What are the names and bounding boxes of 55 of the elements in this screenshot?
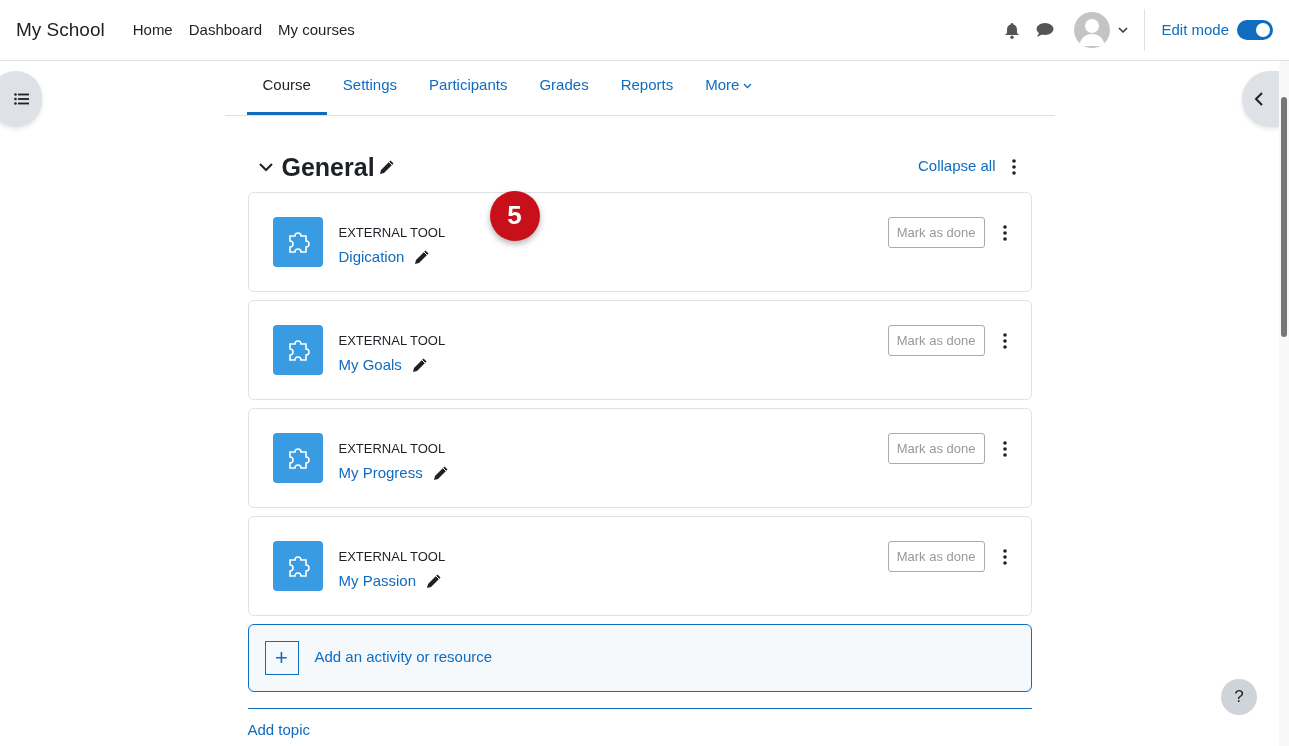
course-tab[interactable]: Grades: [523, 61, 605, 115]
chevron-icon[interactable]: [257, 161, 274, 172]
collapse-all-link[interactable]: Collapse all: [917, 155, 996, 178]
puzzle-icon: [272, 540, 323, 591]
bell-icon[interactable]: [1004, 21, 1021, 39]
nav-link[interactable]: Dashboard: [180, 18, 271, 42]
mark-as-done-button[interactable]: Mark as done: [887, 432, 985, 464]
activity-link[interactable]: Digication: [338, 246, 405, 269]
activity-type: EXTERNAL TOOL: [338, 223, 446, 242]
kebab-icon[interactable]: [1002, 332, 1007, 349]
pencil-icon[interactable]: [414, 249, 431, 266]
help-button[interactable]: ?: [1221, 679, 1257, 715]
chevron-left-icon: [1254, 91, 1264, 107]
scrollbar[interactable]: [1279, 61, 1289, 746]
kebab-icon[interactable]: [1002, 548, 1007, 565]
pencil-icon[interactable]: [426, 573, 443, 590]
course-tab[interactable]: Course: [246, 61, 327, 115]
activity-type: EXTERNAL TOOL: [338, 331, 446, 350]
activity-type: EXTERNAL TOOL: [338, 547, 446, 566]
course-tab[interactable]: Reports: [604, 61, 690, 115]
nav-link[interactable]: My courses: [270, 18, 363, 42]
puzzle-icon: [272, 324, 323, 375]
kebab-icon[interactable]: [1011, 158, 1016, 175]
step-badge: 5: [489, 190, 540, 241]
list-icon: [14, 93, 30, 105]
nav-link[interactable]: Home: [124, 18, 181, 42]
section-title: General: [281, 151, 375, 182]
kebab-icon[interactable]: [1002, 440, 1007, 457]
course-index-button[interactable]: [0, 71, 42, 127]
kebab-icon[interactable]: [1002, 224, 1007, 241]
chat-icon[interactable]: [1036, 22, 1055, 38]
puzzle-icon: [272, 216, 323, 267]
edit-mode-label: Edit mode: [1161, 19, 1229, 40]
caret-icon[interactable]: [1118, 27, 1129, 33]
activity-link[interactable]: My Goals: [338, 354, 402, 377]
course-tab[interactable]: Participants: [413, 61, 524, 115]
mark-as-done-button[interactable]: Mark as done: [887, 540, 985, 572]
add-topic-link[interactable]: Add topic: [247, 708, 311, 739]
edit-mode-toggle[interactable]: [1237, 20, 1273, 40]
plus-icon: +: [264, 640, 299, 675]
pencil-icon[interactable]: [432, 465, 449, 482]
course-tab[interactable]: More: [689, 61, 769, 115]
caret-icon: [743, 83, 753, 90]
course-tab[interactable]: Settings: [326, 61, 414, 115]
pencil-icon[interactable]: [378, 158, 395, 175]
add-activity-button[interactable]: + Add an activity or resource: [247, 623, 1032, 692]
pencil-icon[interactable]: [411, 357, 428, 374]
activity-type: EXTERNAL TOOL: [338, 439, 447, 458]
site-name[interactable]: My School: [16, 15, 105, 45]
mark-as-done-button[interactable]: Mark as done: [887, 216, 985, 248]
activity-link[interactable]: My Progress: [338, 462, 423, 485]
mark-as-done-button[interactable]: Mark as done: [887, 324, 985, 356]
add-activity-label: Add an activity or resource: [314, 647, 493, 668]
activity-link[interactable]: My Passion: [338, 570, 417, 593]
puzzle-icon: [272, 432, 323, 483]
